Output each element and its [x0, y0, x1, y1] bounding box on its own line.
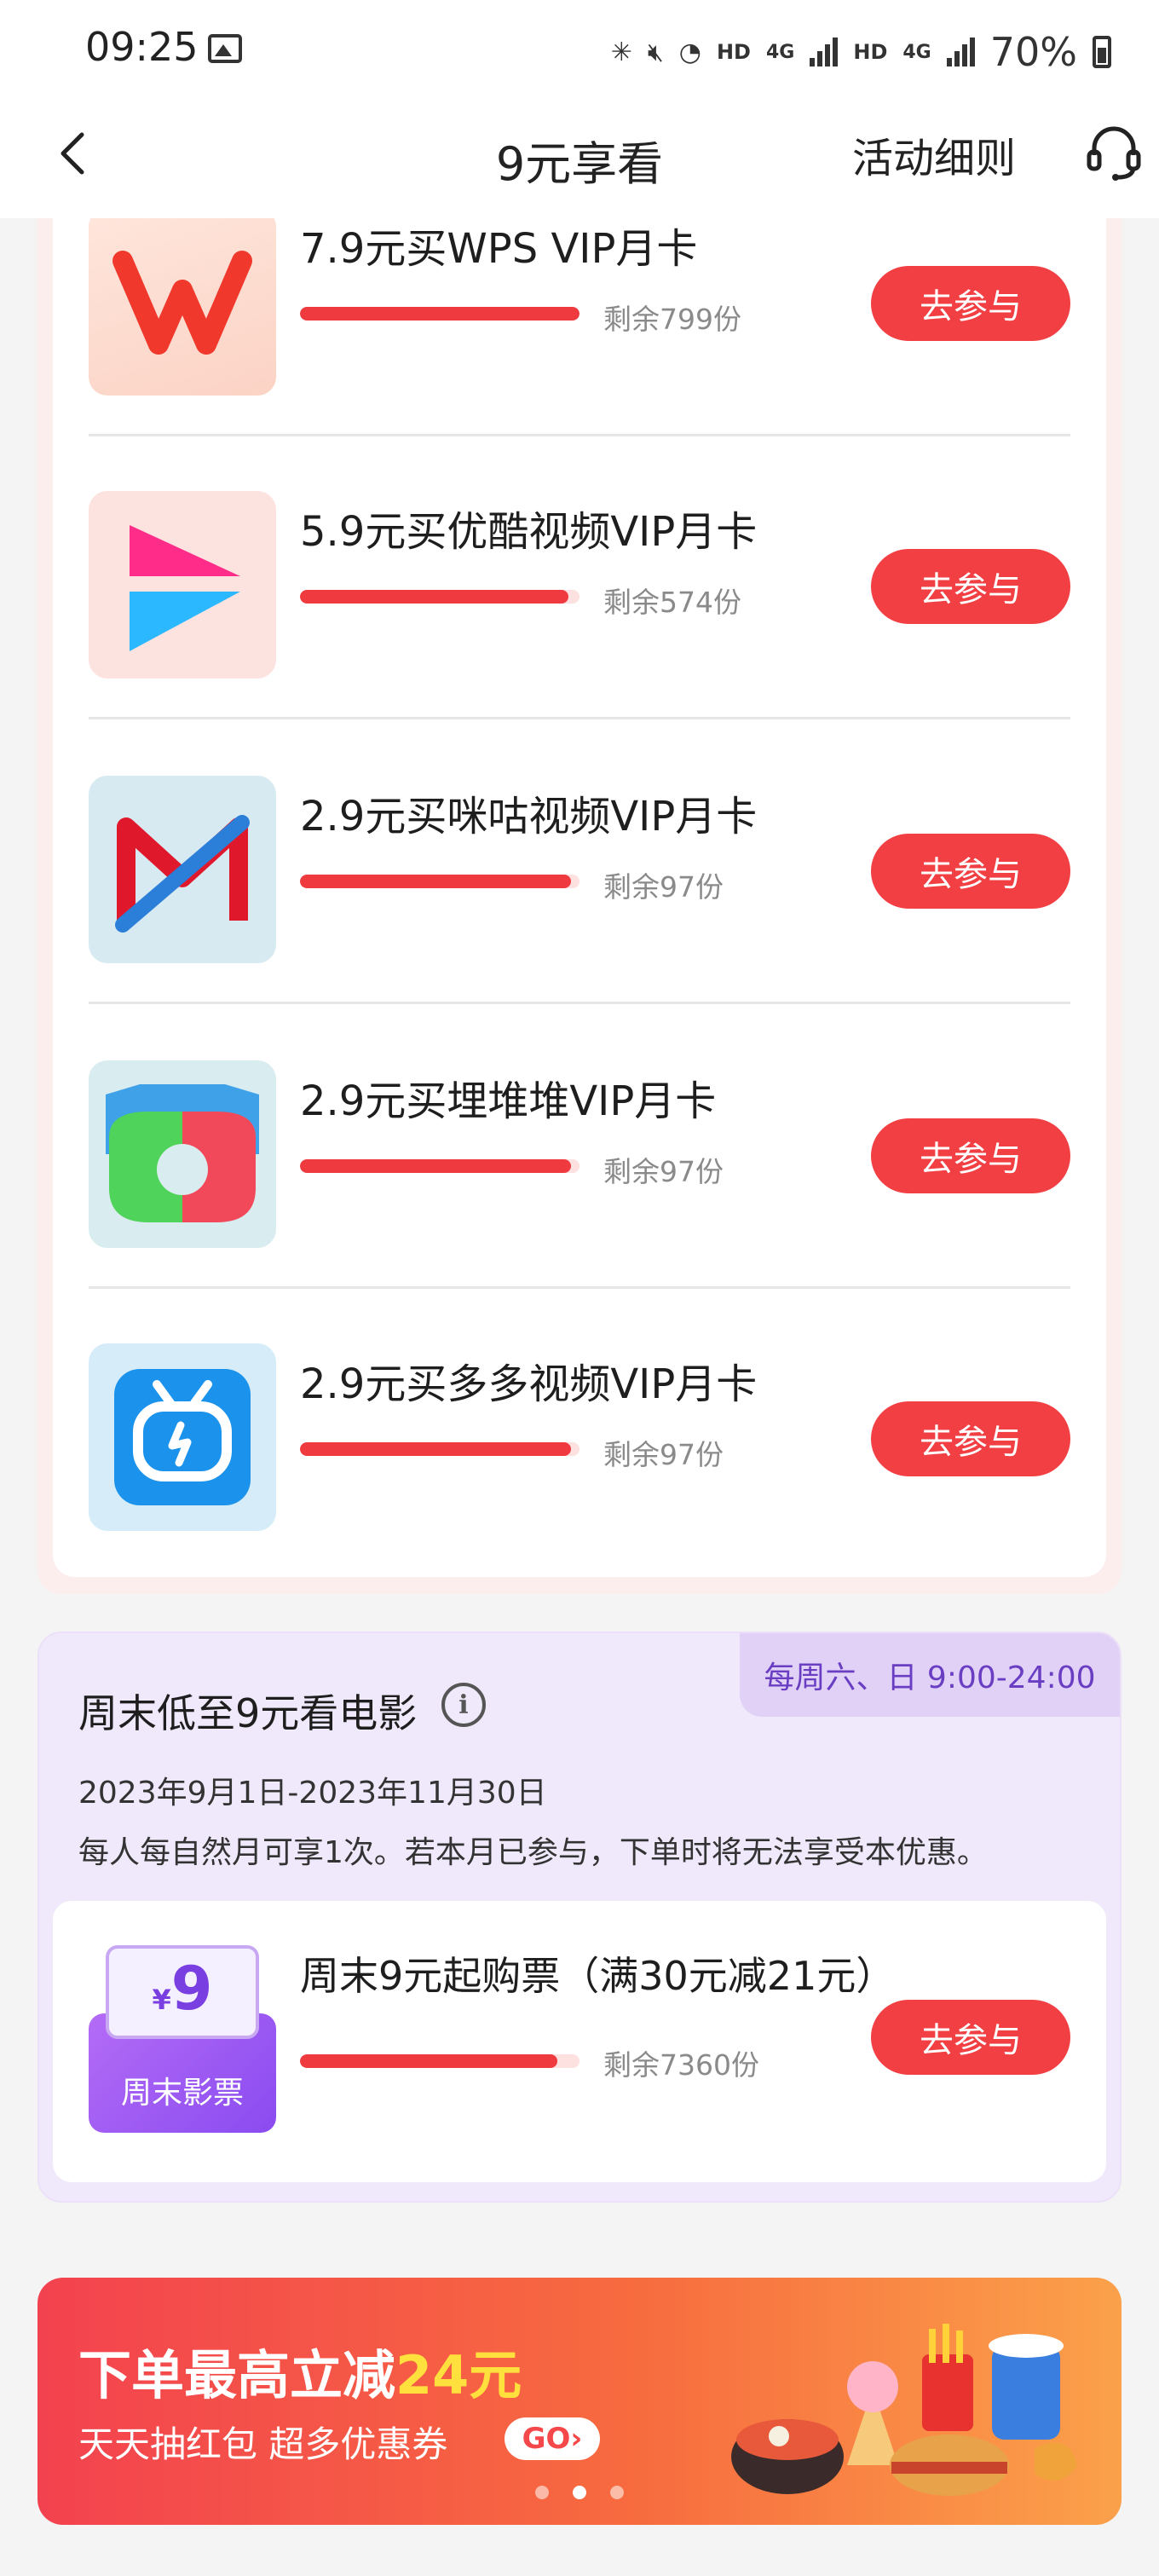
food-illustration — [731, 2324, 1077, 2496]
youku-logo-icon — [89, 491, 276, 679]
carousel-dots[interactable] — [37, 2486, 1122, 2499]
banner-headline-highlight: 24元 — [395, 2344, 522, 2406]
ticket-price: ¥9 — [109, 1954, 256, 2024]
item-title: 5.9元买优酷视频VIP月卡 — [300, 508, 758, 556]
progress-fill — [300, 1159, 572, 1173]
progress-fill — [300, 1442, 572, 1456]
banner-headline: 下单最高立减24元 — [78, 2332, 522, 2409]
weekend-movie-card: 每周六、日 9:00-24:00 周末低至9元看电影 i 2023年9月1日-2… — [37, 1632, 1122, 2203]
ticket-yen: ¥ — [152, 1984, 171, 2016]
divider — [89, 717, 1070, 719]
nav-bar: 9元享看 活动细则 — [0, 102, 1159, 218]
banner-headline-prefix: 下单最高立减 — [78, 2344, 396, 2406]
remaining-count: 剩余97份 — [603, 1438, 724, 1471]
promo-banner[interactable]: 下单最高立减24元 天天抽红包 超多优惠券 GO › — [37, 2278, 1122, 2525]
hd-label-2: HD — [853, 40, 888, 64]
info-icon[interactable]: i — [441, 1683, 486, 1727]
carousel-dot[interactable] — [610, 2486, 624, 2499]
progress-fill — [300, 2054, 557, 2068]
network-type-label-2: 4G — [902, 41, 931, 63]
battery-icon — [1093, 36, 1111, 68]
divider — [89, 434, 1070, 436]
progress-bar — [300, 2054, 580, 2068]
gallery-notification-icon — [208, 34, 242, 63]
remaining-count: 剩余97份 — [603, 870, 724, 904]
list-item: 2.9元买多多视频VIP月卡 剩余97份 去参与 — [53, 1291, 1106, 1572]
banner-go-button[interactable]: GO › — [505, 2417, 600, 2460]
progress-bar — [300, 307, 580, 321]
join-button[interactable]: 去参与 — [871, 1118, 1070, 1193]
duoduo-video-logo-icon — [89, 1343, 276, 1531]
remaining-count: 剩余799份 — [603, 303, 741, 336]
join-button[interactable]: 去参与 — [871, 549, 1070, 624]
carousel-dot[interactable] — [535, 2486, 549, 2499]
join-button[interactable]: 去参与 — [871, 2000, 1070, 2075]
go-label: GO — [522, 2422, 571, 2456]
progress-fill — [300, 875, 572, 888]
wifi-icon: ◔ — [678, 37, 701, 67]
activity-rules-link[interactable]: 活动细则 — [852, 124, 1016, 184]
offer-title: 周末9元起购票（满30元减21元） — [300, 1953, 896, 1999]
schedule-tag: 每周六、日 9:00-24:00 — [740, 1633, 1120, 1717]
progress-bar — [300, 1159, 580, 1173]
signal-icon — [810, 38, 839, 66]
join-button[interactable]: 去参与 — [871, 266, 1070, 341]
ticket-price-value: 9 — [170, 1954, 213, 2024]
remaining-count: 剩余574份 — [603, 586, 741, 619]
movie-title: 周末低至9元看电影 — [78, 1690, 418, 1736]
signal-icon-2 — [946, 38, 975, 66]
item-title: 2.9元买多多视频VIP月卡 — [300, 1360, 758, 1408]
movie-offer-item: 周末影票 ¥9 周末9元起购票（满30元减21元） 剩余7360份 去参与 — [53, 1901, 1106, 2182]
progress-bar — [300, 590, 580, 604]
join-button[interactable]: 去参与 — [871, 1401, 1070, 1476]
bluetooth-icon: ✳ — [610, 37, 632, 67]
progress-fill — [300, 307, 580, 321]
remaining-count: 剩余7360份 — [603, 2048, 759, 2082]
progress-bar — [300, 875, 580, 888]
join-button[interactable]: 去参与 — [871, 834, 1070, 909]
ticket-label: 周末影票 — [120, 2076, 244, 2111]
status-time: 09:25 — [85, 24, 199, 70]
list-item: 2.9元买咪咕视频VIP月卡 剩余97份 去参与 — [53, 723, 1106, 1004]
status-icons: ✳ 🔇︎ ◔ HD 4G HD 4G 70% — [611, 22, 1111, 82]
item-title: 2.9元买埋堆堆VIP月卡 — [300, 1077, 717, 1125]
item-title: 2.9元买咪咕视频VIP月卡 — [300, 793, 758, 840]
date-range: 2023年9月1日-2023年11月30日 — [78, 1776, 547, 1811]
item-title: 7.9元买WPS VIP月卡 — [300, 225, 698, 273]
banner-subtitle: 天天抽红包 超多优惠券 — [78, 2423, 448, 2465]
battery-percent: 70% — [989, 29, 1077, 75]
wps-logo-icon — [89, 208, 276, 396]
divider — [89, 1286, 1070, 1289]
mute-icon: 🔇︎ — [647, 37, 664, 67]
carousel-dot[interactable] — [573, 2486, 586, 2499]
progress-bar — [300, 1442, 580, 1456]
usage-rule: 每人每自然月可享1次。若本月已参与，下单时将无法享受本优惠。 — [78, 1835, 988, 1870]
progress-fill — [300, 590, 568, 604]
customer-service-icon[interactable] — [1084, 123, 1144, 182]
divider — [89, 1002, 1070, 1004]
list-item: 2.9元买埋堆堆VIP月卡 剩余97份 去参与 — [53, 1008, 1106, 1289]
movie-ticket-icon: 周末影票 ¥9 — [89, 1945, 276, 2133]
hd-label: HD — [716, 40, 751, 64]
network-type-label: 4G — [765, 41, 795, 63]
ticket-top: ¥9 — [106, 1945, 259, 2039]
status-bar: 09:25 ✳ 🔇︎ ◔ HD 4G HD 4G 70% — [0, 0, 1159, 102]
migu-logo-icon — [89, 776, 276, 963]
maiduidui-logo-icon — [89, 1060, 276, 1248]
remaining-count: 剩余97份 — [603, 1155, 724, 1188]
list-item: 5.9元买优酷视频VIP月卡 剩余574份 去参与 — [53, 438, 1106, 719]
